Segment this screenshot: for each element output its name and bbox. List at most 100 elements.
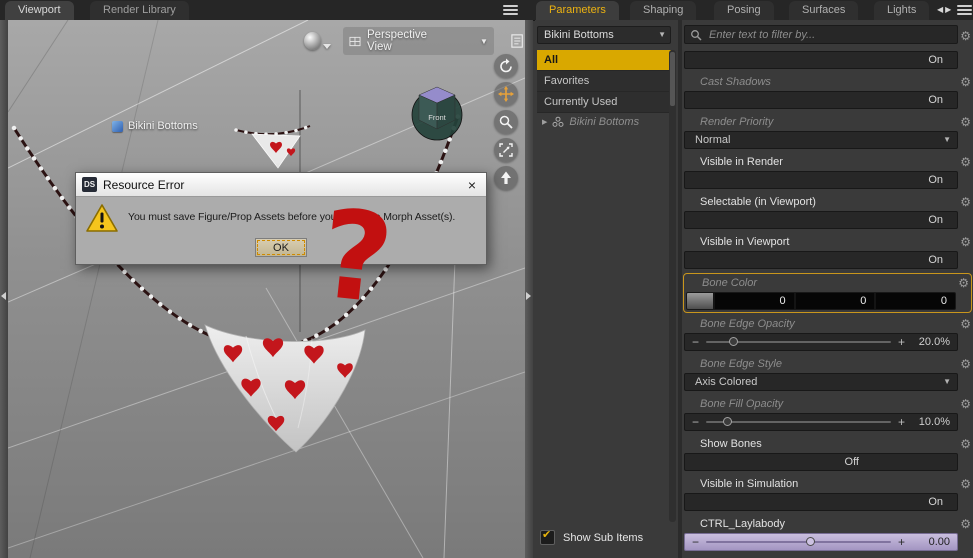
param-label: Selectable (in Viewport) — [700, 196, 816, 208]
tab-lights[interactable]: Lights — [874, 1, 930, 20]
zoom-button[interactable] — [494, 110, 518, 134]
distant-bikini-mesh — [234, 124, 312, 169]
daz-studio-window: Viewport Render Library Parameters Shapi… — [0, 0, 973, 558]
tab-render-library[interactable]: Render Library — [90, 1, 189, 20]
gear-icon[interactable]: ⚙ — [960, 196, 971, 208]
close-icon[interactable]: × — [464, 178, 480, 192]
param-row: Visible in Simulation ⚙ On — [682, 475, 973, 515]
toggle-button[interactable]: On — [684, 171, 958, 189]
up-arrow-icon — [501, 171, 511, 184]
tab-shaping[interactable]: Shaping — [630, 1, 697, 20]
tab-scroll-left-icon[interactable]: ◀ — [937, 5, 945, 14]
toggle-button[interactable]: On — [684, 493, 958, 511]
gear-icon[interactable]: ⚙ — [960, 478, 971, 490]
viewport-pane-splitter[interactable] — [525, 20, 533, 558]
tree-item-bikini-bottoms[interactable]: ▶ Bikini Bottoms — [537, 112, 639, 132]
gear-icon[interactable]: ⚙ — [960, 358, 971, 370]
slider-handle[interactable] — [806, 537, 816, 546]
view-navigation-cube[interactable]: Front — [411, 86, 463, 141]
gear-icon[interactable]: ⚙ — [960, 318, 971, 330]
param-row: Show Bones ⚙ Off — [682, 435, 973, 475]
bikini-bottoms-mesh[interactable] — [204, 324, 366, 453]
gear-icon[interactable]: ⚙ — [960, 518, 971, 530]
pan-arrows-icon — [498, 86, 514, 102]
color-value-r[interactable]: 0 — [715, 293, 794, 309]
tab-scroll-right-icon[interactable]: ▶ — [945, 5, 953, 14]
top-tab-bar: Viewport Render Library Parameters Shapi… — [0, 0, 973, 21]
group-item-currently-used[interactable]: Currently Used — [537, 92, 671, 113]
group-item-all[interactable]: All — [537, 50, 671, 71]
param-label: Bone Edge Style — [700, 358, 782, 370]
tab-posing[interactable]: Posing — [714, 1, 774, 20]
resource-error-dialog: DS Resource Error × You must save Figure… — [75, 172, 487, 265]
parameters-pane-menu-icon[interactable] — [957, 3, 972, 17]
toggle-button[interactable]: Off — [684, 453, 958, 471]
viewport-canvas[interactable]: Front Bikini Bottoms Perspective View ▼ — [8, 20, 525, 558]
slider-handle[interactable] — [728, 337, 738, 346]
scrollbar-thumb[interactable] — [670, 52, 675, 106]
gear-icon[interactable]: ⚙ — [958, 277, 969, 289]
node-selector-dropdown[interactable]: Bikini Bottoms ▼ — [537, 26, 671, 44]
chevron-down-icon: ▼ — [658, 30, 666, 39]
orbit-rotate-button[interactable] — [494, 54, 518, 78]
slider-track[interactable] — [706, 417, 891, 426]
ok-button[interactable]: OK — [255, 238, 307, 257]
group-item-favorites[interactable]: Favorites — [537, 71, 671, 92]
toggle-button[interactable]: On — [684, 251, 958, 269]
slider-track[interactable] — [706, 337, 891, 346]
tab-viewport[interactable]: Viewport — [5, 1, 74, 20]
pan-button[interactable] — [494, 82, 518, 106]
slider-increment[interactable]: + — [898, 536, 905, 548]
param-row: Cast Shadows ⚙ On — [682, 73, 973, 113]
camera-sphere-icon[interactable] — [304, 32, 322, 50]
chevron-down-icon: ▼ — [943, 135, 951, 144]
gear-icon[interactable]: ⚙ — [960, 30, 971, 42]
filter-row: ⚙ — [682, 20, 973, 51]
tab-surfaces[interactable]: Surfaces — [789, 1, 859, 20]
aim-up-button[interactable] — [494, 166, 518, 190]
slider-increment[interactable]: + — [898, 336, 905, 348]
toggle-button[interactable]: On — [684, 91, 958, 109]
left-pane-splitter[interactable] — [0, 20, 8, 558]
tab-parameters[interactable]: Parameters — [536, 1, 619, 20]
gear-icon[interactable]: ⚙ — [960, 398, 971, 410]
param-label: CTRL_Laylabody — [700, 518, 785, 530]
param-label: Visible in Viewport — [700, 236, 790, 248]
show-sub-items-checkbox[interactable]: ✔ — [540, 529, 555, 545]
slider[interactable]: − + 10.0% — [684, 413, 958, 431]
gear-icon[interactable]: ⚙ — [960, 236, 971, 248]
slider-increment[interactable]: + — [898, 416, 905, 428]
slider-track[interactable] — [706, 537, 891, 546]
param-group-list: All Favorites Currently Used — [537, 50, 671, 113]
gear-icon[interactable]: ⚙ — [960, 76, 971, 88]
color-value-g[interactable]: 0 — [795, 293, 875, 309]
slider-decrement[interactable]: − — [692, 336, 699, 348]
slider-decrement[interactable]: − — [692, 416, 699, 428]
draw-style-icon[interactable] — [510, 33, 525, 49]
expand-arrow-icon[interactable]: ▶ — [542, 118, 547, 126]
toggle-button[interactable]: On — [684, 51, 958, 69]
slider-handle[interactable] — [723, 417, 733, 426]
gear-icon[interactable]: ⚙ — [960, 438, 971, 450]
dropdown[interactable]: Axis Colored ▼ — [684, 373, 958, 391]
gear-icon[interactable]: ⚙ — [960, 116, 971, 128]
dialog-title-bar[interactable]: DS Resource Error × — [76, 173, 486, 197]
camera-dropdown-icon[interactable] — [323, 43, 332, 49]
morph-slider[interactable]: − + 0.00 — [684, 533, 958, 551]
filter-field[interactable] — [684, 25, 958, 44]
filter-input[interactable] — [707, 27, 952, 42]
scene-scrollbar[interactable] — [669, 50, 676, 522]
color-value-b[interactable]: 0 — [876, 293, 955, 309]
dropdown[interactable]: Normal ▼ — [684, 131, 958, 149]
slider-decrement[interactable]: − — [692, 536, 699, 548]
color-swatch[interactable] — [687, 293, 713, 309]
viewport-pane-menu-icon[interactable] — [503, 3, 518, 17]
toggle-button[interactable]: On — [684, 211, 958, 229]
view-mode-dropdown[interactable]: Perspective View ▼ — [343, 27, 494, 55]
color-control[interactable]: 0 0 0 — [686, 292, 956, 310]
frame-button[interactable] — [494, 138, 518, 162]
slider[interactable]: − + 20.0% — [684, 333, 958, 351]
param-row: Visible in Viewport ⚙ On — [682, 233, 973, 273]
gear-icon[interactable]: ⚙ — [960, 156, 971, 168]
checkmark-icon: ✔ — [542, 529, 552, 541]
